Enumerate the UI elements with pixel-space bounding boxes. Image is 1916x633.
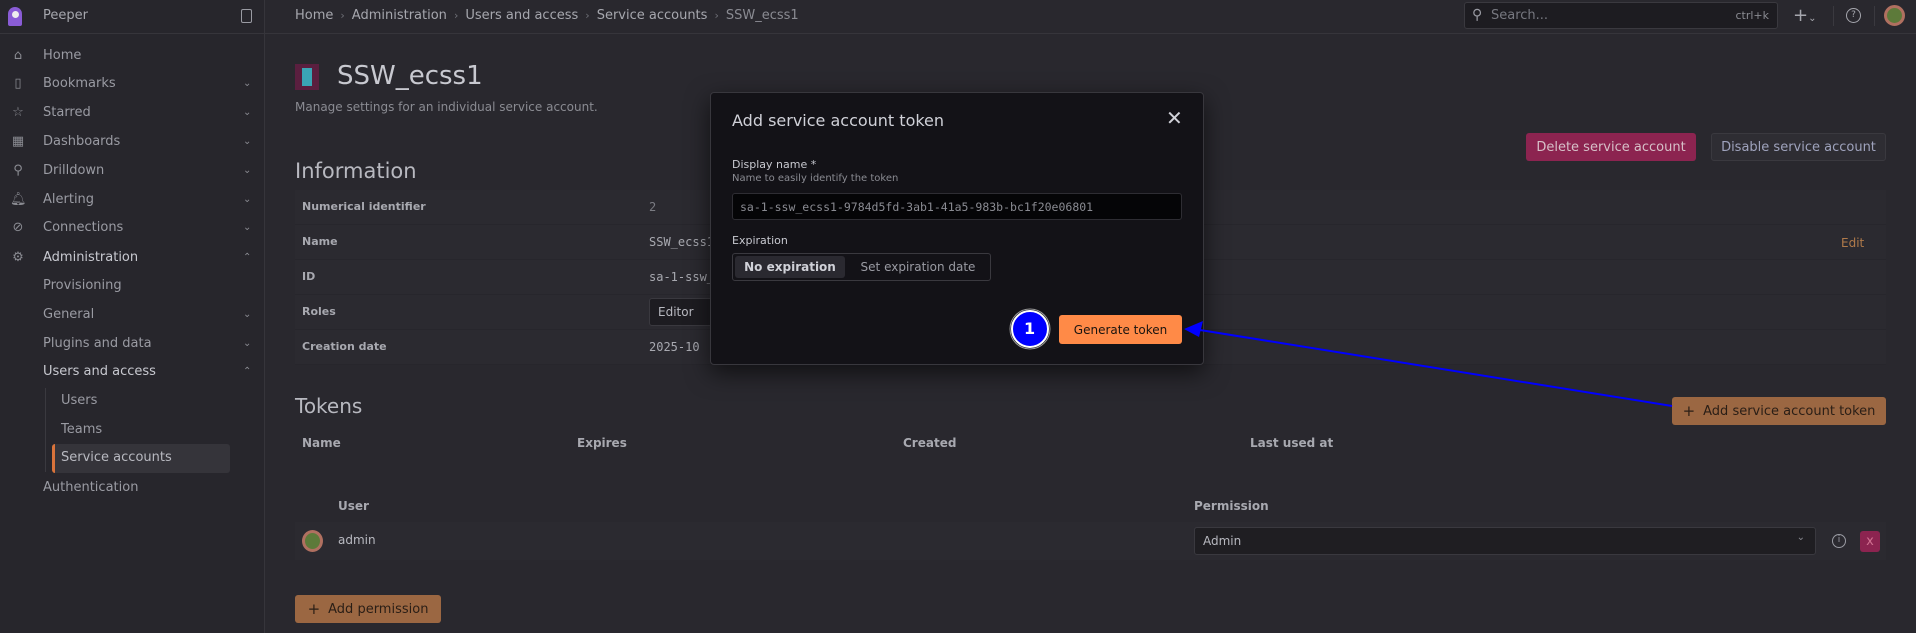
annotation-arrow-head (1184, 321, 1203, 337)
annotation-step-number: 1 (1024, 319, 1036, 338)
annotation-overlay (1009, 308, 1673, 407)
annotation-arrow-line (1199, 329, 1673, 407)
